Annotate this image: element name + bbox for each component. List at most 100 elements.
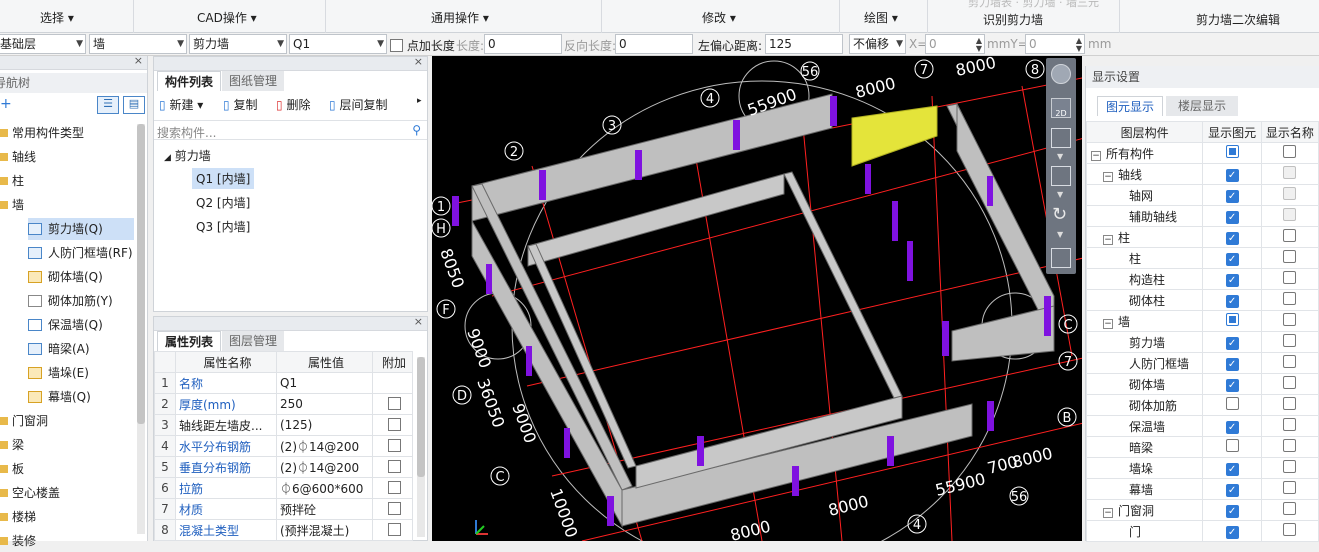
collapse-icon[interactable]: ◢: [164, 153, 171, 163]
show-name-checkbox[interactable]: [1283, 271, 1297, 284]
table-row[interactable]: 1 名称 Q1: [154, 372, 413, 394]
show-element-checkbox[interactable]: ✓: [1225, 378, 1239, 392]
display-row[interactable]: 砌体柱 ✓: [1085, 289, 1319, 311]
show-element-checkbox[interactable]: ✓: [1225, 336, 1239, 350]
show-name-checkbox[interactable]: [1283, 439, 1297, 452]
selected-wall[interactable]: [851, 105, 938, 167]
point-length-checkbox[interactable]: 点加长度: [390, 37, 455, 54]
display-row[interactable]: − 所有构件: [1085, 142, 1319, 164]
nav-item-common[interactable]: 常用构件类型: [0, 122, 84, 144]
nav-item-column[interactable]: 柱: [0, 170, 24, 192]
show-element-checkbox[interactable]: [1225, 397, 1239, 410]
search-input[interactable]: 搜索构件... ⚲: [154, 120, 427, 140]
display-row[interactable]: 门 ✓: [1085, 520, 1319, 542]
ribbon-group-common[interactable]: 通用操作 ▾: [326, 0, 602, 33]
list-view-icon[interactable]: ☰: [97, 96, 119, 114]
2d-view-icon[interactable]: 2D: [1051, 98, 1071, 118]
collapse-icon[interactable]: −: [1103, 171, 1113, 182]
extra-checkbox[interactable]: [387, 460, 401, 473]
display-row[interactable]: 轴网 ✓: [1085, 184, 1319, 206]
nav-item-shear-wall[interactable]: 剪力墙(Q): [28, 218, 134, 240]
show-name-checkbox[interactable]: [1283, 418, 1297, 431]
display-row[interactable]: 人防门框墙 ✓: [1085, 352, 1319, 374]
grid-view-icon[interactable]: ▤: [123, 96, 145, 114]
show-name-checkbox[interactable]: [1283, 334, 1297, 347]
reverse-length-input[interactable]: 0: [615, 34, 693, 54]
tab-component-list[interactable]: 构件列表: [157, 71, 222, 91]
show-element-checkbox[interactable]: ✓: [1225, 504, 1239, 518]
nav-scrollbar[interactable]: [137, 124, 145, 534]
close-icon[interactable]: ×: [414, 55, 423, 68]
nav-item-insulation-wall[interactable]: 保温墙(Q): [28, 314, 103, 336]
display-row[interactable]: − 墙: [1085, 310, 1319, 332]
display-row[interactable]: − 柱 ✓: [1085, 226, 1319, 248]
ribbon-group-secondary[interactable]: 剪力墙二次编辑: [1120, 0, 1319, 33]
nav-item-door-window[interactable]: 门窗洞: [0, 410, 48, 432]
extra-checkbox[interactable]: [387, 502, 401, 515]
collapse-icon[interactable]: −: [1103, 318, 1113, 329]
show-name-checkbox[interactable]: [1283, 187, 1297, 200]
show-element-checkbox[interactable]: [1225, 439, 1239, 452]
show-name-checkbox[interactable]: [1283, 460, 1297, 473]
attribute-scrollbar[interactable]: [417, 357, 425, 537]
show-name-checkbox[interactable]: [1283, 250, 1297, 263]
nav-item-beam[interactable]: 梁: [0, 434, 24, 456]
ribbon-group-identify[interactable]: 剪力墙表 · 剪力墙 · 墙三元 识别剪力墙: [928, 0, 1120, 33]
show-name-checkbox[interactable]: [1283, 481, 1297, 494]
grid-toggle-icon[interactable]: [1051, 248, 1071, 268]
show-name-checkbox[interactable]: [1283, 292, 1297, 305]
type-select[interactable]: 剪力墙 ▼: [189, 34, 287, 54]
table-row[interactable]: 7 材质 预拌砼: [154, 498, 413, 520]
chevron-down-icon[interactable]: ▼: [1057, 230, 1063, 239]
tree-item-q1[interactable]: Q1 [内墙]: [192, 168, 255, 189]
table-row[interactable]: 3 轴线距左墙皮... (125): [154, 414, 413, 436]
collapse-icon[interactable]: −: [1103, 234, 1113, 245]
extra-checkbox[interactable]: [387, 397, 401, 410]
chevron-down-icon[interactable]: ▼: [1057, 190, 1063, 199]
nav-item-curtain-wall[interactable]: 幕墙(Q): [28, 386, 91, 408]
extra-checkbox[interactable]: [387, 523, 401, 536]
show-name-checkbox[interactable]: [1283, 229, 1297, 242]
show-element-checkbox[interactable]: ✓: [1225, 273, 1239, 287]
show-element-checkbox[interactable]: ✓: [1225, 168, 1239, 182]
ribbon-group-draw[interactable]: 绘图 ▾: [840, 0, 928, 33]
show-element-checkbox[interactable]: ✓: [1225, 483, 1239, 497]
display-row[interactable]: 幕墙 ✓: [1085, 478, 1319, 500]
show-element-checkbox[interactable]: ✓: [1225, 189, 1239, 203]
left-offset-input[interactable]: 125: [765, 34, 843, 54]
chevron-down-icon[interactable]: ▼: [1057, 152, 1063, 161]
display-row[interactable]: 构造柱 ✓: [1085, 268, 1319, 290]
table-row[interactable]: 6 拉筋 ⏀6@600*600: [154, 477, 413, 499]
category-select[interactable]: 墙 ▼: [89, 34, 187, 54]
display-row[interactable]: 保温墙 ✓: [1085, 415, 1319, 437]
display-row[interactable]: 柱 ✓: [1085, 247, 1319, 269]
viewport-3d[interactable]: 56 7 8 4 3 2 1 H F D C C B 7 56 4 55900 …: [432, 56, 1082, 541]
show-element-checkbox[interactable]: [1225, 313, 1239, 326]
more-icon[interactable]: ▸: [417, 96, 422, 106]
show-name-checkbox[interactable]: [1283, 355, 1297, 368]
cube-view-icon[interactable]: [1051, 128, 1071, 148]
tree-group-shear-wall[interactable]: ◢ 剪力墙: [164, 147, 211, 164]
show-element-checkbox[interactable]: ✓: [1225, 420, 1239, 434]
floor-select[interactable]: 基础层 ▼: [0, 34, 86, 54]
show-element-checkbox[interactable]: ✓: [1225, 294, 1239, 308]
nav-item-wall[interactable]: 墙: [0, 194, 24, 216]
tab-layer-manage[interactable]: 图层管理: [222, 331, 285, 351]
close-icon[interactable]: ×: [134, 54, 143, 67]
ribbon-group-cad[interactable]: CAD操作 ▾: [134, 0, 326, 33]
display-row[interactable]: − 轴线 ✓: [1085, 163, 1319, 185]
tab-element-display[interactable]: 图元显示: [1097, 96, 1164, 116]
display-row[interactable]: − 门窗洞 ✓: [1085, 499, 1319, 521]
component-select[interactable]: Q1 ▼: [289, 34, 387, 54]
close-icon[interactable]: ×: [414, 315, 423, 328]
spinner-icon[interactable]: ▲ ▼: [1076, 37, 1082, 53]
display-row[interactable]: 暗梁: [1085, 436, 1319, 458]
x-input[interactable]: 0 ▲ ▼: [925, 34, 985, 54]
display-row[interactable]: 砌体墙 ✓: [1085, 373, 1319, 395]
show-name-checkbox[interactable]: [1283, 166, 1297, 179]
add-icon[interactable]: +: [0, 96, 12, 112]
floor-copy-button[interactable]: ▯ 层间复制: [329, 96, 387, 113]
show-element-checkbox[interactable]: ✓: [1225, 210, 1239, 224]
nav-item-axis[interactable]: 轴线: [0, 146, 36, 168]
tab-attribute-list[interactable]: 属性列表: [157, 331, 222, 351]
